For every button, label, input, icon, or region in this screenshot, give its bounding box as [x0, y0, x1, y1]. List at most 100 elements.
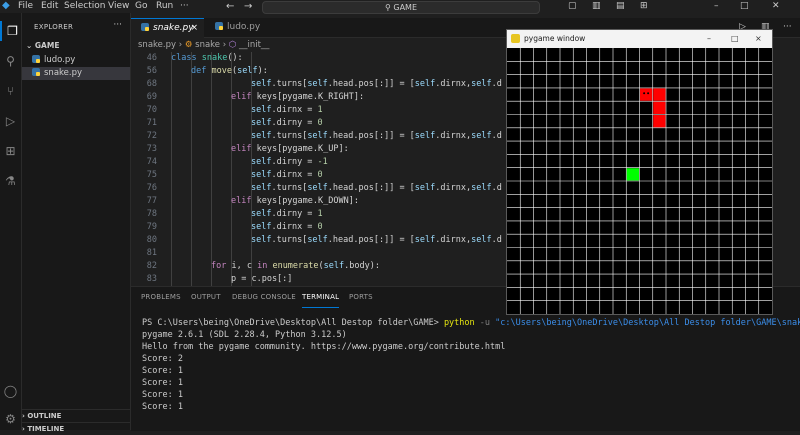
code-text: self.dirnx = 0	[251, 222, 323, 232]
customize-layout-icon[interactable]: ⊞	[640, 0, 648, 13]
explorer-icon[interactable]: ❐	[0, 21, 23, 41]
tab-snake-py[interactable]: snake.py ×	[131, 18, 204, 38]
back-arrow-icon[interactable]: ←	[226, 0, 234, 13]
settings-gear-icon[interactable]: ⚙	[0, 409, 21, 429]
code-text: self.dirny = 1	[251, 209, 323, 219]
code-text: self.dirnx = 1	[251, 105, 323, 115]
explorer-sidebar: EXPLORER ··· ⌄ GAME ludo.py snake.py › O…	[22, 13, 131, 433]
account-icon[interactable]: ◯	[0, 381, 21, 401]
search-label: GAME	[393, 3, 418, 12]
line-number: 69	[146, 92, 157, 102]
explorer-title: EXPLORER	[34, 23, 74, 31]
terminal-score-line: Score: 1	[142, 378, 183, 388]
extensions-icon[interactable]: ⊞	[0, 141, 21, 161]
line-number: 74	[146, 157, 157, 167]
breadcrumb-method[interactable]: __init__	[239, 40, 269, 50]
folder-game[interactable]: ⌄ GAME	[26, 41, 59, 50]
snake-eye	[643, 92, 646, 95]
layout-icon[interactable]: ▢	[568, 0, 577, 13]
vscode-logo-icon: ◆	[2, 0, 10, 11]
code-text: elif keys[pygame.K_UP]:	[231, 144, 349, 154]
breadcrumb-class[interactable]: snake	[195, 40, 220, 50]
line-number: 75	[146, 170, 157, 180]
code-text: self.dirny = -1	[251, 157, 328, 167]
snake-head	[640, 88, 653, 101]
line-number: 80	[146, 235, 157, 245]
line-number: 81	[146, 248, 157, 258]
menu-file[interactable]: File	[18, 0, 33, 13]
snake-segment	[653, 101, 666, 114]
testing-icon[interactable]: ⚗	[0, 171, 21, 191]
search-icon[interactable]: ⚲	[0, 51, 21, 71]
code-text: self.dirny = 0	[251, 118, 323, 128]
close-window-icon[interactable]: ×	[755, 30, 762, 48]
minimize-icon[interactable]: –	[707, 30, 711, 48]
terminal-score-line: Score: 1	[142, 402, 183, 412]
pygame-window[interactable]: pygame window – □ ×	[506, 29, 773, 315]
line-number: 78	[146, 209, 157, 219]
code-text: elif keys[pygame.K_DOWN]:	[231, 196, 359, 206]
terminal-score-line: Score: 2	[142, 354, 183, 364]
outline-section[interactable]: › OUTLINE	[22, 409, 130, 422]
python-file-icon	[32, 55, 40, 63]
timeline-section[interactable]: › TIMELINE	[22, 422, 130, 435]
code-text: def move(self):	[191, 66, 268, 76]
menu-go[interactable]: Go	[135, 0, 147, 13]
toggle-panel-icon[interactable]: ▤	[616, 0, 625, 13]
line-number: 56	[146, 66, 157, 76]
pygame-title-bar[interactable]: pygame window – □ ×	[507, 30, 772, 48]
breadcrumb: snake.py › ⚙ snake › ⬡ __init__	[131, 39, 511, 52]
tab-terminal[interactable]: TERMINAL	[302, 287, 340, 308]
source-control-icon[interactable]: ⑂	[0, 81, 21, 101]
line-number: 73	[146, 144, 157, 154]
terminal-score-line: Score: 1	[142, 366, 183, 376]
tab-problems[interactable]: PROBLEMS	[141, 287, 181, 307]
minimize-icon[interactable]: –	[714, 0, 719, 13]
line-number: 79	[146, 222, 157, 232]
tab-ludo-py[interactable]: ludo.py	[205, 18, 269, 37]
food-snack	[626, 168, 639, 181]
snake-segment	[653, 115, 666, 128]
line-number: 71	[146, 118, 157, 128]
title-bar: ◆ File Edit Selection View Go Run ··· ← …	[0, 0, 800, 14]
menu-run[interactable]: Run	[156, 0, 173, 13]
command-center-search[interactable]: ⚲ GAME	[262, 1, 540, 14]
code-text: self.dirnx = 0	[251, 170, 323, 180]
code-text: self.turns[self.head.pos[:]] = [self.dir…	[251, 131, 502, 141]
tab-output[interactable]: OUTPUT	[191, 287, 221, 307]
line-number: 68	[146, 79, 157, 89]
menu-view[interactable]: View	[108, 0, 129, 13]
tab-ports[interactable]: PORTS	[349, 287, 373, 307]
terminal-output-line: Hello from the pygame community. https:/…	[142, 342, 506, 352]
line-number: 72	[146, 131, 157, 141]
menu-edit[interactable]: Edit	[41, 0, 58, 13]
forward-arrow-icon[interactable]: →	[244, 0, 252, 13]
maximize-icon[interactable]: □	[731, 30, 739, 48]
code-text: p = c.pos[:]	[231, 274, 293, 284]
line-number: 82	[146, 261, 157, 271]
class-symbol-icon: ⚙	[184, 40, 193, 50]
maximize-icon[interactable]: □	[740, 0, 749, 13]
snake-segment	[653, 88, 666, 101]
breadcrumb-file[interactable]: snake.py	[138, 40, 176, 50]
more-actions-icon[interactable]: ···	[113, 20, 122, 30]
file-snake-py[interactable]: snake.py	[22, 67, 130, 80]
run-debug-icon[interactable]: ▷	[0, 111, 21, 131]
method-symbol-icon: ⬡	[228, 40, 237, 50]
snake-eye	[647, 92, 650, 95]
file-ludo-py[interactable]: ludo.py	[22, 54, 130, 67]
tab-debug-console[interactable]: DEBUG CONSOLE	[232, 287, 296, 307]
python-file-icon	[215, 22, 223, 30]
python-file-icon	[32, 68, 40, 76]
chevron-down-icon: ⌄	[26, 41, 35, 50]
line-number: 77	[146, 196, 157, 206]
close-tab-icon[interactable]: ×	[190, 19, 198, 38]
menu-more[interactable]: ···	[180, 0, 189, 13]
toggle-sidebar-icon[interactable]: ▥	[592, 0, 601, 13]
menu-selection[interactable]: Selection	[64, 0, 105, 13]
close-window-icon[interactable]: ✕	[772, 0, 780, 13]
code-text: self.turns[self.head.pos[:]] = [self.dir…	[251, 183, 502, 193]
game-canvas[interactable]	[507, 48, 772, 314]
code-text: elif keys[pygame.K_RIGHT]:	[231, 92, 365, 102]
more-actions-icon[interactable]: ···	[783, 21, 792, 34]
